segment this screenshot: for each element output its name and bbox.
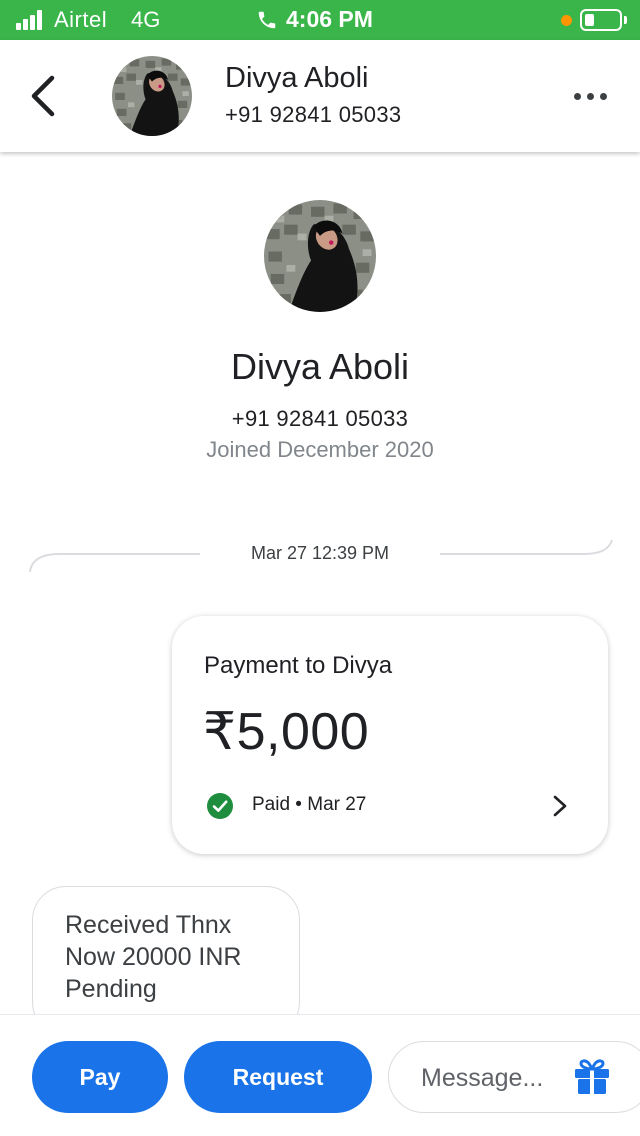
profile-phone: +91 92841 05033 — [231, 406, 409, 431]
signal-icon — [16, 10, 48, 30]
more-options-icon[interactable] — [572, 88, 612, 104]
phone-icon — [258, 11, 276, 29]
status-bar: Airtel 4G 4:06 PM — [0, 0, 640, 40]
profile-avatar[interactable] — [264, 200, 376, 312]
check-circle-icon — [207, 793, 233, 819]
network-type: 4G — [131, 7, 161, 32]
profile-avatar-image — [264, 200, 376, 312]
profile-name: Divya Aboli — [230, 346, 410, 387]
payment-title: Payment to Divya — [204, 652, 393, 679]
message-placeholder: Message... — [421, 1064, 544, 1092]
avatar[interactable] — [112, 56, 192, 136]
payment-amount: ₹5,000 — [203, 703, 370, 761]
payment-card[interactable]: Payment to Divya ₹5,000 Paid • Mar 27 — [172, 616, 608, 854]
avatar-image — [112, 56, 192, 136]
header-contact-phone: +91 92841 05033 — [225, 102, 402, 127]
request-button[interactable]: Request — [184, 1041, 372, 1113]
back-arrow-icon — [31, 75, 55, 117]
battery-tip — [624, 16, 627, 24]
battery-icon — [580, 9, 622, 31]
header-contact-name: Divya Aboli — [225, 62, 369, 94]
chevron-right-icon[interactable] — [550, 794, 570, 818]
status-time: 4:06 PM — [286, 6, 373, 32]
gift-icon[interactable] — [573, 1058, 611, 1096]
message-text: Received Thnx Now 20000 INR Pending — [65, 911, 242, 1003]
thread-timestamp: Mar 27 12:39 PM — [250, 543, 390, 563]
carrier-name: Airtel — [54, 7, 108, 32]
contact-header: Divya Aboli +91 92841 05033 — [0, 40, 640, 152]
orange-dot-icon — [561, 15, 572, 26]
profile-joined-date: Joined December 2020 — [206, 437, 434, 462]
back-button[interactable] — [22, 72, 66, 120]
payment-status: Paid • Mar 27 — [252, 794, 367, 815]
pay-button[interactable]: Pay — [32, 1041, 168, 1113]
bottom-action-bar: Pay Request Message... — [0, 1014, 640, 1136]
message-input[interactable]: Message... — [388, 1041, 640, 1113]
